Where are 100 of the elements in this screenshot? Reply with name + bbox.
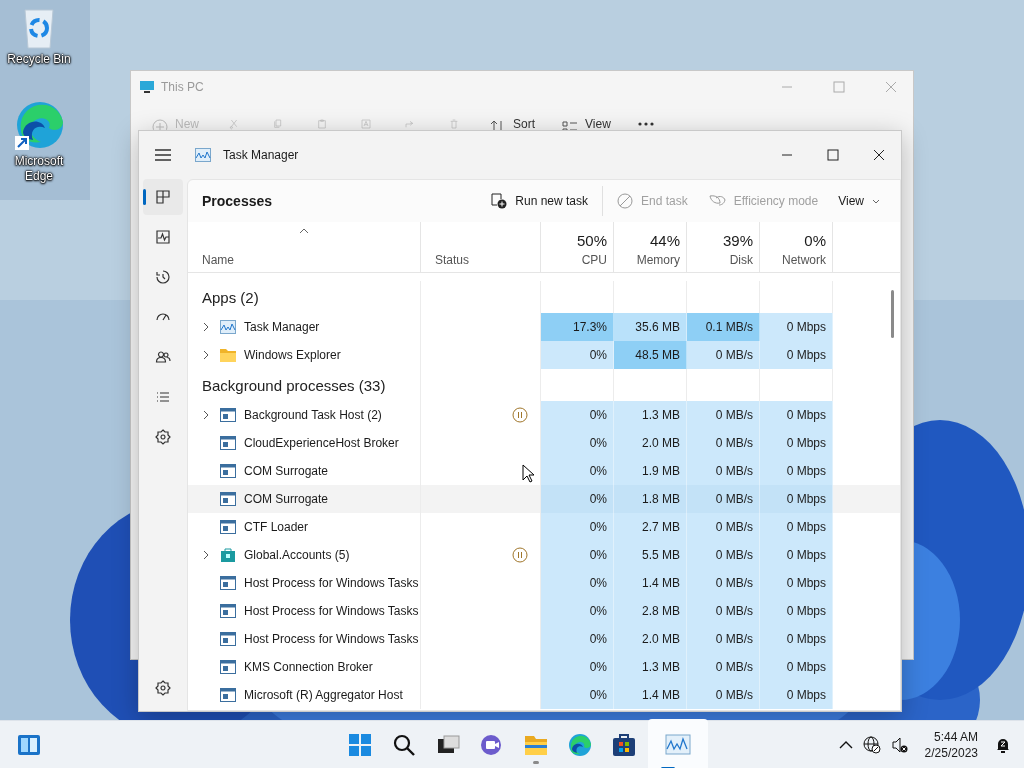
column-header[interactable]: Status [421, 222, 541, 272]
widgets-icon[interactable] [17, 733, 41, 756]
table-cell: 35.6 MB [614, 313, 687, 341]
process-row[interactable]: KMS Connection Broker 0% 1.3 MB 0 MB/s 0 Mbps [188, 653, 900, 681]
table-cell: 0 MB/s [687, 513, 760, 541]
table-cell: 0 Mbps [760, 625, 833, 653]
column-header[interactable]: 44% Memory [614, 222, 687, 272]
app-window-icon [220, 576, 236, 590]
table-cell: 0 Mbps [760, 597, 833, 625]
table-cell: 1.8 MB [614, 485, 687, 513]
mouse-pointer-icon [522, 464, 534, 483]
chart-icon [195, 148, 211, 162]
table-cell: 0% [541, 513, 614, 541]
view-menu-button[interactable]: View [828, 188, 890, 214]
table-cell: 5.5 MB [614, 541, 687, 569]
start-icon [347, 732, 373, 758]
table-cell: 0 Mbps [760, 485, 833, 513]
bag-icon [220, 548, 236, 562]
process-row[interactable]: CTF Loader 0% 2.7 MB 0 MB/s 0 Mbps [188, 513, 900, 541]
table-cell: 1.9 MB [614, 457, 687, 485]
table-cell: 0 Mbps [760, 569, 833, 597]
process-row[interactable]: Host Process for Windows Tasks 0% 2.8 MB 0 MB/s 0 Mbps [188, 597, 900, 625]
chevron-up-icon[interactable] [838, 740, 853, 749]
chevron-down-icon [872, 198, 880, 204]
process-name: Host Process for Windows Tasks [244, 576, 419, 590]
process-name: Global.Accounts (5) [244, 548, 350, 562]
table-cell: 0% [541, 625, 614, 653]
process-row[interactable]: Microsoft (R) Aggregator Host 0% 1.4 MB 0 MB/s 0 Mbps [188, 681, 900, 709]
process-row[interactable]: Background Task Host (2) 0% 1.3 MB 0 MB/s 0 Mbps [188, 401, 900, 429]
column-header[interactable]: Name [188, 222, 421, 272]
process-row[interactable]: CloudExperienceHost Broker 0% 2.0 MB 0 MB/s 0 Mbps [188, 429, 900, 457]
process-name: Host Process for Windows Tasks [244, 632, 419, 646]
menu-icon[interactable] [155, 149, 171, 161]
processes-tab[interactable] [143, 179, 183, 215]
process-row[interactable]: Global.Accounts (5) 0% 5.5 MB 0 MB/s 0 Mbps [188, 541, 900, 569]
close-icon[interactable] [873, 149, 885, 161]
column-header[interactable]: 0% Network [760, 222, 833, 272]
group-heading: Background processes (33) [202, 376, 386, 394]
table-cell: 0% [541, 457, 614, 485]
clock[interactable]: 5:44 AM 2/25/2023 [924, 728, 978, 761]
app-window-icon [220, 408, 236, 422]
process-row[interactable]: Windows Explorer 0% 48.5 MB 0 MB/s 0 Mbps [188, 341, 900, 369]
process-name: KMS Connection Broker [244, 660, 373, 674]
table-cell: 0 MB/s [687, 485, 760, 513]
sort-button[interactable]: Sort [489, 118, 536, 130]
table-cell: 0 MB/s [687, 457, 760, 485]
table-cell: 0 Mbps [760, 653, 833, 681]
table-cell: 0 MB/s [687, 541, 760, 569]
process-row[interactable]: Task Manager 17.3% 35.6 MB 0.1 MB/s 0 Mbps [188, 313, 900, 341]
process-row[interactable]: Host Process for Windows Tasks 0% 1.4 MB 0 MB/s 0 Mbps [188, 569, 900, 597]
app-window-icon [220, 520, 236, 534]
chart-icon [665, 732, 691, 758]
table-cell: 0% [541, 341, 614, 369]
speaker-muted-icon[interactable] [890, 735, 909, 754]
process-name: Background Task Host (2) [244, 408, 382, 422]
expand-icon[interactable] [202, 322, 210, 332]
view-button[interactable]: View [561, 118, 611, 130]
column-header[interactable]: 50% CPU [541, 222, 614, 272]
table-cell: 0% [541, 597, 614, 625]
history-icon [154, 268, 172, 286]
app-window-icon [220, 660, 236, 674]
process-name: Host Process for Windows Tasks [244, 604, 419, 618]
run-new-task-button[interactable]: Run new task [481, 187, 598, 215]
table-cell: 0.1 MB/s [687, 313, 760, 341]
app-window-icon [220, 436, 236, 450]
table-cell: 0 Mbps [760, 429, 833, 457]
layout-icon [561, 118, 580, 130]
maximize-icon[interactable] [827, 149, 839, 161]
expand-icon[interactable] [202, 350, 210, 360]
search-icon [391, 732, 417, 758]
table-cell: 0 MB/s [687, 653, 760, 681]
table-cell: 0 Mbps [760, 401, 833, 429]
expand-icon[interactable] [202, 550, 210, 560]
table-cell: 2.8 MB [614, 597, 687, 625]
settings-icon[interactable] [154, 679, 172, 697]
column-header[interactable]: 39% Disk [687, 222, 760, 272]
table-cell: 0 MB/s [687, 341, 760, 369]
app-window-icon [220, 604, 236, 618]
process-row[interactable]: Host Process for Windows Tasks 0% 2.0 MB 0 MB/s 0 Mbps [188, 625, 900, 653]
process-row[interactable]: COM Surrogate 0% 1.9 MB 0 MB/s 0 Mbps [188, 457, 900, 485]
globe-icon[interactable] [862, 735, 881, 754]
table-cell: 2.0 MB [614, 625, 687, 653]
table-cell: 0 MB/s [687, 625, 760, 653]
table-cell: 0% [541, 485, 614, 513]
browser-icon [567, 732, 593, 758]
table-cell: 0 Mbps [760, 513, 833, 541]
table-cell: 1.4 MB [614, 569, 687, 597]
process-row[interactable]: COM Surrogate 0% 1.8 MB 0 MB/s 0 Mbps [188, 485, 900, 513]
services-icon [154, 428, 172, 446]
table-cell: 0 MB/s [687, 681, 760, 709]
add-window-icon [491, 193, 508, 209]
table-cell: 2.0 MB [614, 429, 687, 457]
table-cell: 0 MB/s [687, 597, 760, 625]
table-cell: 0 MB/s [687, 569, 760, 597]
process-name: CloudExperienceHost Broker [244, 436, 399, 450]
expand-icon[interactable] [202, 410, 210, 420]
scrollbar[interactable] [891, 290, 894, 338]
leaf-icon [707, 193, 726, 209]
browser-icon[interactable] [13, 100, 65, 152]
table-cell: 0% [541, 429, 614, 457]
